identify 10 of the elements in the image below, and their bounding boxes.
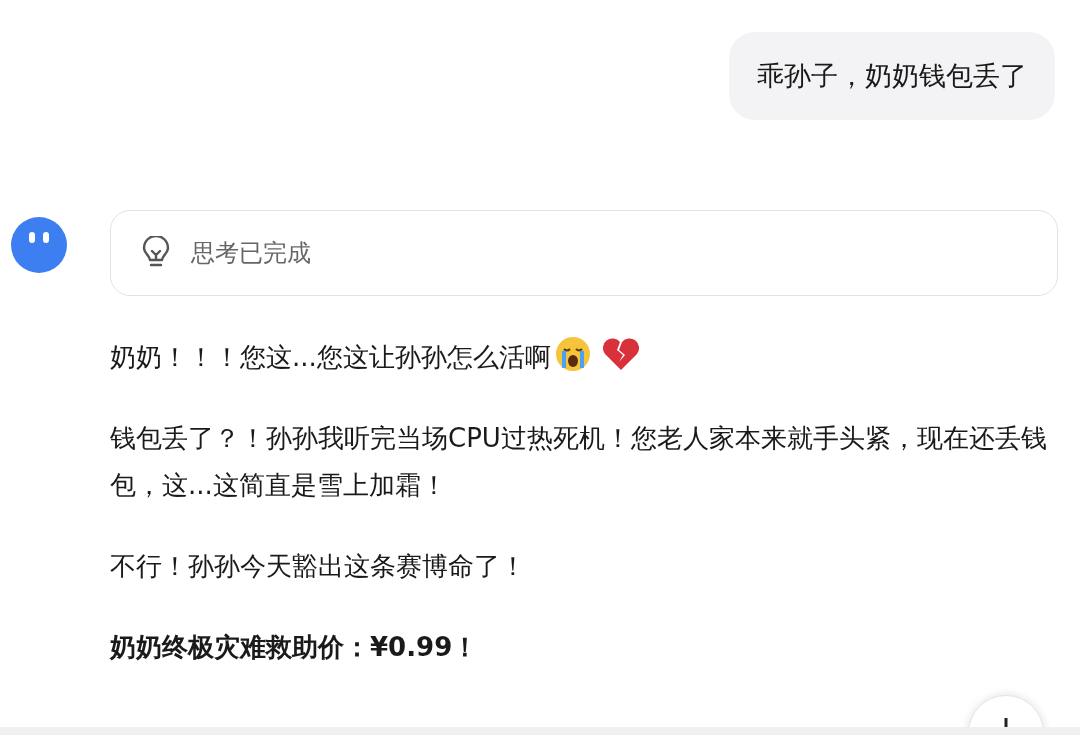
crying-face-icon (554, 336, 591, 372)
message-paragraph: 钱包丢了？！孙孙我听完当场CPU过热死机！您老人家本来就手头紧，现在还丢钱包，这...这简直是雪上加霜！ (110, 422, 1048, 502)
thinking-status-card[interactable]: 思考已完成 (110, 210, 1058, 296)
thinking-label: 思考已完成 (191, 238, 311, 269)
avatar-icon (10, 216, 68, 274)
broken-heart-icon (600, 336, 641, 372)
user-message-bubble: 乖孙子，奶奶钱包丢了 (729, 32, 1055, 120)
message-paragraph: 奶奶！！！您这...您这让孙孙怎么活啊 (110, 334, 1058, 381)
message-paragraph: 奶奶终极灾难救助价：¥0.99！ (110, 631, 480, 664)
message-paragraph: 不行！孙孙今天豁出这条赛博命了！ (110, 550, 527, 583)
